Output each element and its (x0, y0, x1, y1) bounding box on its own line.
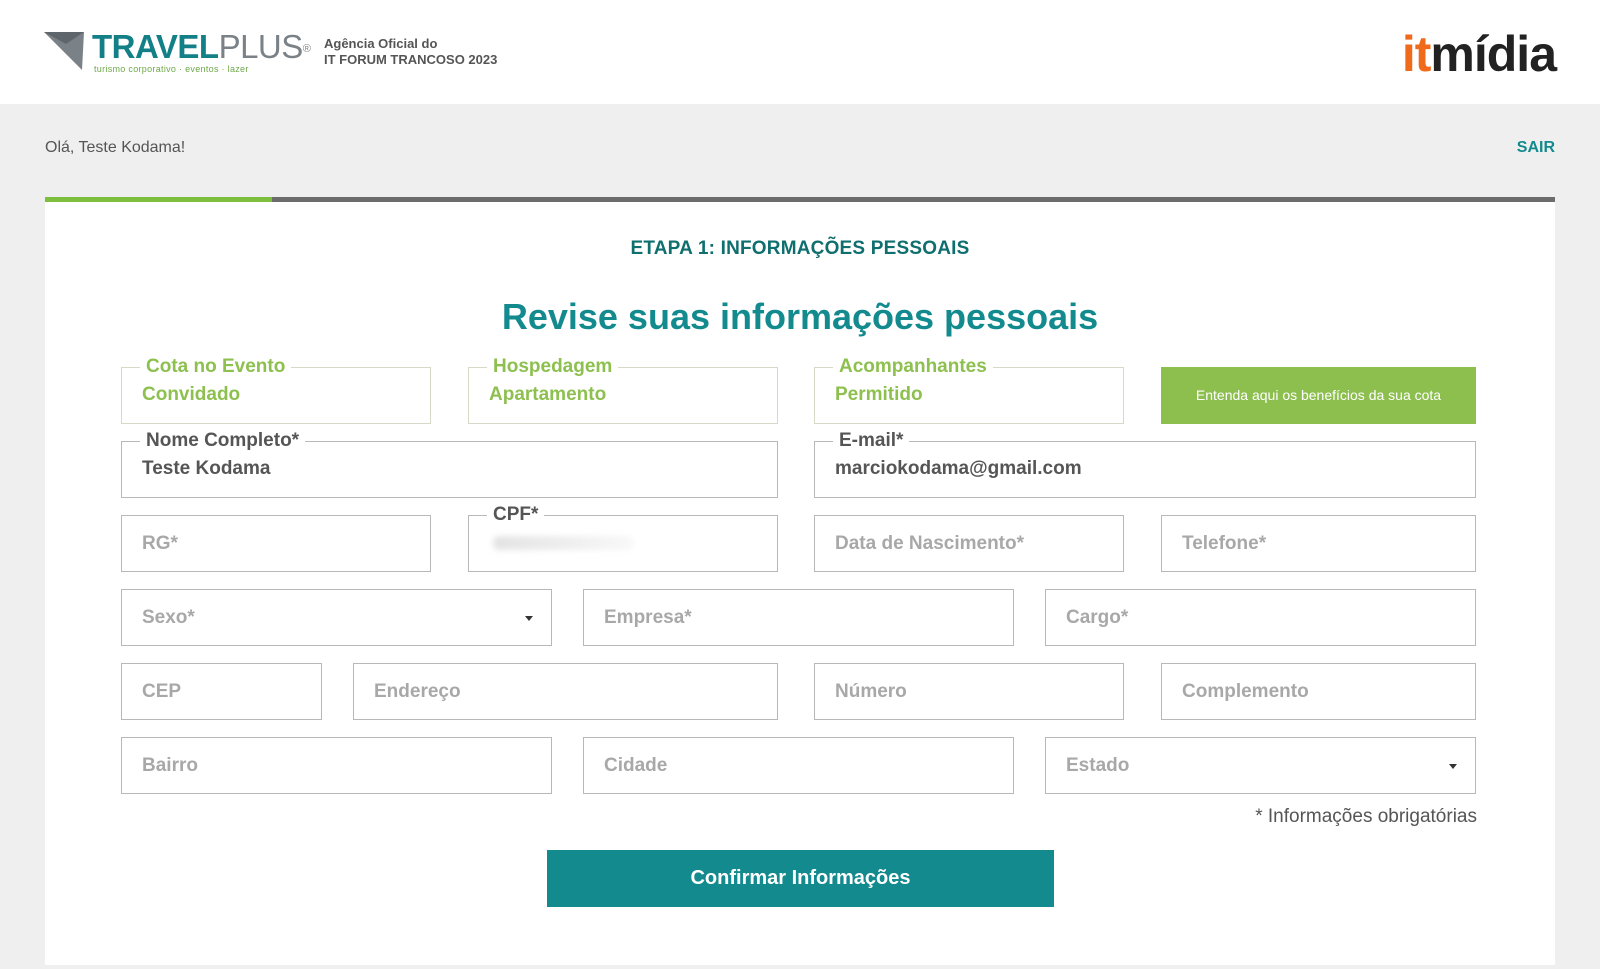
rg-placeholder: RG* (142, 533, 178, 554)
quota-value: Convidado (142, 384, 241, 405)
brand-tagline: turismo corporativo · eventos · lazer (94, 64, 249, 74)
complement-placeholder: Complemento (1182, 681, 1309, 702)
companions-value: Permitido (835, 384, 923, 405)
brand-name: TRAVELPLUS® (92, 28, 311, 65)
company-placeholder: Empresa* (604, 607, 692, 628)
lodging-value: Apartamento (489, 384, 607, 405)
city-field[interactable]: Cidade (583, 737, 1014, 794)
email-value: marciokodama@gmail.com (835, 458, 1082, 479)
state-select[interactable]: Estado (1045, 737, 1476, 794)
birth-date-placeholder: Data de Nascimento* (835, 533, 1025, 554)
travelplus-logo[interactable]: TRAVELPLUS® turismo corporativo · evento… (44, 28, 311, 74)
quota-benefits-button[interactable]: Entenda aqui os benefícios da sua cota (1161, 367, 1476, 424)
itmidia-logo[interactable]: itmídia (1402, 26, 1557, 82)
agency-caption: Agência Oficial do IT FORUM TRANCOSO 202… (324, 36, 498, 67)
quota-field: Cota no Evento Convidado (121, 356, 431, 424)
user-greeting: Olá, Teste Kodama! (45, 139, 186, 156)
lodging-field: Hospedagem Apartamento (468, 356, 778, 424)
district-field[interactable]: Bairro (121, 737, 552, 794)
required-fields-note: * Informações obrigatórias (1255, 806, 1477, 827)
phone-field[interactable]: Telefone* (1161, 515, 1476, 572)
lodging-label: Hospedagem (487, 356, 619, 378)
full-name-field[interactable]: Nome Completo* Teste Kodama (121, 430, 778, 498)
companions-label: Acompanhantes (833, 356, 993, 378)
full-name-label: Nome Completo* (140, 430, 306, 452)
company-field[interactable]: Empresa* (583, 589, 1014, 646)
cpf-label: CPF* (487, 504, 545, 526)
number-placeholder: Número (835, 681, 907, 702)
complement-field[interactable]: Complemento (1161, 663, 1476, 720)
cep-placeholder: CEP (142, 681, 182, 702)
cpf-field[interactable]: CPF* (468, 504, 778, 572)
phone-placeholder: Telefone* (1182, 533, 1267, 554)
address-placeholder: Endereço (374, 681, 461, 702)
email-field[interactable]: E-mail* marciokodama@gmail.com (814, 430, 1476, 498)
gender-select[interactable]: Sexo* (121, 589, 552, 646)
companions-field: Acompanhantes Permitido (814, 356, 1124, 424)
district-placeholder: Bairro (142, 755, 198, 776)
chevron-down-icon (1449, 764, 1457, 769)
state-placeholder: Estado (1066, 755, 1130, 776)
quota-label: Cota no Evento (140, 356, 292, 378)
step-title: ETAPA 1: INFORMAÇÕES PESSOAIS (630, 238, 970, 259)
cep-field[interactable]: CEP (121, 663, 322, 720)
email-label: E-mail* (833, 430, 910, 452)
rg-field[interactable]: RG* (121, 515, 431, 572)
address-field[interactable]: Endereço (353, 663, 778, 720)
full-name-value: Teste Kodama (142, 458, 271, 479)
logout-link[interactable]: SAIR (1517, 139, 1555, 157)
travelplus-wing-icon (44, 32, 84, 70)
job-title-placeholder: Cargo* (1066, 607, 1129, 628)
confirm-button[interactable]: Confirmar Informações (547, 850, 1054, 907)
page-title: Revise suas informações pessoais (501, 296, 1099, 337)
job-title-field[interactable]: Cargo* (1045, 589, 1476, 646)
city-placeholder: Cidade (604, 755, 668, 776)
birth-date-field[interactable]: Data de Nascimento* (814, 515, 1124, 572)
number-field[interactable]: Número (814, 663, 1124, 720)
gender-placeholder: Sexo* (142, 607, 195, 628)
site-header: TRAVELPLUS® turismo corporativo · evento… (0, 0, 1600, 104)
chevron-down-icon (525, 616, 533, 621)
cpf-redacted-value (493, 536, 633, 550)
form-card: ETAPA 1: INFORMAÇÕES PESSOAIS Revise sua… (45, 202, 1555, 965)
